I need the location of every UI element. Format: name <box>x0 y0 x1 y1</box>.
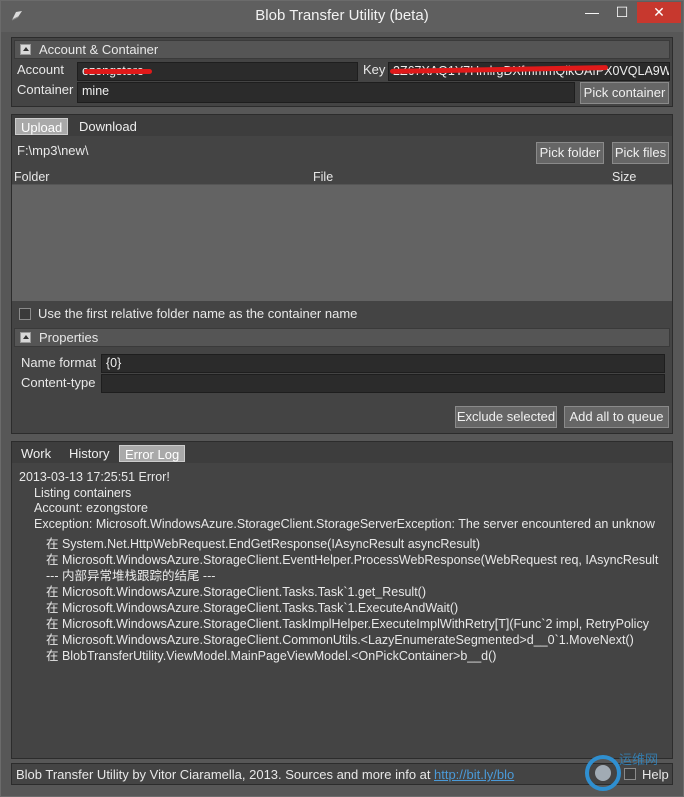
info-link[interactable]: http://bit.ly/blo <box>434 767 514 782</box>
properties-section-title: Properties <box>39 330 99 345</box>
log-line: Exception: Microsoft.WindowsAzure.Storag… <box>34 517 655 531</box>
use-folder-name-label[interactable]: Use the first relative folder name as th… <box>38 306 357 321</box>
container-label: Container <box>17 82 74 97</box>
log-line: Account: ezongstore <box>34 501 148 515</box>
column-size[interactable]: Size <box>612 170 636 184</box>
account-label: Account <box>17 62 64 77</box>
maximize-button[interactable]: ☐ <box>607 2 637 23</box>
upload-path: F:\mp3\new\ <box>17 143 89 158</box>
log-tab-strip: Work History Error Log <box>12 442 672 463</box>
tab-error-log[interactable]: Error Log <box>119 445 186 462</box>
watermark-logo-icon <box>585 755 621 791</box>
log-line: Listing containers <box>34 486 132 500</box>
account-section-title: Account & Container <box>39 42 159 57</box>
pick-files-button[interactable]: Pick files <box>612 142 669 164</box>
status-bar: Blob Transfer Utility by Vitor Ciaramell… <box>11 763 673 785</box>
add-all-to-queue-button[interactable]: Add all to queue <box>564 406 669 428</box>
column-file[interactable]: File <box>313 170 333 184</box>
transfer-tab-strip: Upload Download <box>12 115 672 136</box>
content-type-input[interactable] <box>101 374 665 393</box>
tab-download[interactable]: Download <box>74 118 142 135</box>
log-panel: Work History Error Log 2013-03-13 17:25:… <box>11 441 673 759</box>
exclude-selected-button[interactable]: Exclude selected <box>455 406 557 428</box>
tab-upload[interactable]: Upload <box>15 118 69 135</box>
key-label: Key <box>363 62 386 77</box>
name-format-label: Name format <box>21 355 97 370</box>
account-expander-header[interactable]: Account & Container <box>14 40 670 59</box>
account-redaction-mark <box>84 69 152 74</box>
account-panel: Account & Container Account ezongstore K… <box>11 37 673 107</box>
pick-folder-button[interactable]: Pick folder <box>536 142 604 164</box>
app-window: Blob Transfer Utility (beta) — ☐ ✕ Accou… <box>0 0 684 797</box>
title-bar: Blob Transfer Utility (beta) — ☐ ✕ <box>1 1 683 32</box>
column-folder[interactable]: Folder <box>14 170 49 184</box>
close-button[interactable]: ✕ <box>637 2 681 23</box>
log-line: 2013-03-13 17:25:51 Error! <box>19 470 170 484</box>
watermark-text: 运维网 <box>619 752 659 767</box>
properties-expander-header[interactable]: Properties <box>14 328 670 347</box>
collapse-arrow-icon[interactable] <box>20 44 31 55</box>
content-type-label: Content-type <box>21 375 96 390</box>
name-format-input[interactable]: {0} <box>101 354 665 373</box>
collapse-arrow-icon[interactable] <box>20 332 31 343</box>
log-line: 在 BlobTransferUtility.ViewModel.MainPage… <box>46 649 497 663</box>
minimize-button[interactable]: — <box>577 2 607 23</box>
container-input[interactable]: mine <box>77 82 575 103</box>
upload-file-list[interactable] <box>12 184 672 301</box>
site-watermark: 运维网 <box>583 749 681 794</box>
pick-container-button[interactable]: Pick container <box>580 82 669 104</box>
tab-history[interactable]: History <box>64 445 114 462</box>
credit-text: Blob Transfer Utility by Vitor Ciaramell… <box>16 767 431 782</box>
transfer-panel: Upload Download F:\mp3\new\ Pick folder … <box>11 114 673 434</box>
tab-work[interactable]: Work <box>16 445 56 462</box>
use-folder-name-checkbox[interactable] <box>19 308 31 320</box>
error-log-text: 2013-03-13 17:25:51 Error! Listing conta… <box>12 464 672 758</box>
